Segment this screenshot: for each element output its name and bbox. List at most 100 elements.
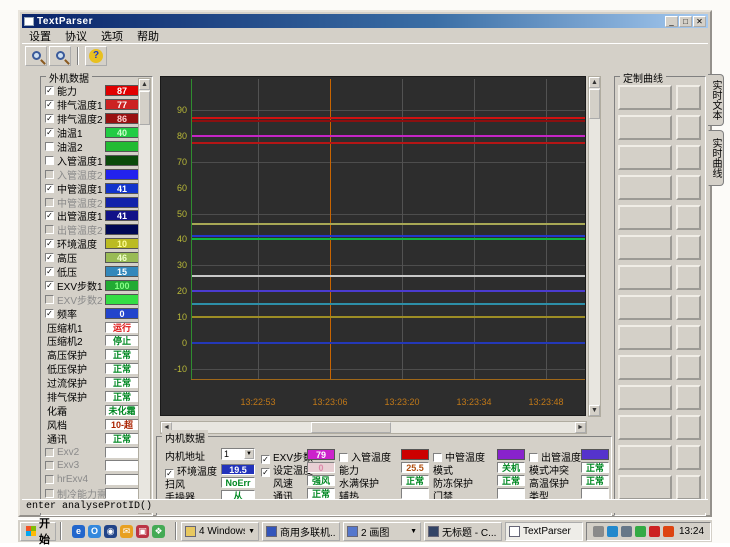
checkbox[interactable]: ✓ [45, 128, 54, 137]
tab-realtime-curve[interactable]: 实时曲线 [708, 130, 724, 186]
show-desktop-icon[interactable]: ❖ [152, 525, 165, 538]
scroll-up-icon[interactable]: ▲ [589, 77, 600, 88]
scroll-thumb[interactable] [311, 422, 391, 433]
help-button[interactable]: ? [85, 46, 107, 66]
scroll-right-icon[interactable]: ► [575, 422, 586, 433]
taskbar-button[interactable]: 商用多联机... [262, 522, 340, 541]
checkbox[interactable] [339, 453, 348, 462]
alert-icon[interactable] [649, 526, 660, 537]
checkbox[interactable] [45, 448, 54, 457]
taskbar-button[interactable]: 无标题 - C... [424, 522, 502, 541]
taskbar-button[interactable]: TextParser [505, 522, 583, 541]
curve-slot-button[interactable] [618, 175, 672, 200]
checkbox[interactable]: ✓ [45, 114, 54, 123]
curve-color-button[interactable] [676, 115, 701, 140]
checkbox[interactable]: ✓ [45, 239, 54, 248]
checkbox[interactable] [529, 453, 538, 462]
checkbox[interactable] [45, 225, 54, 234]
curve-slot-button[interactable] [618, 235, 672, 260]
curve-color-button[interactable] [676, 145, 701, 170]
curve-color-button[interactable] [676, 295, 701, 320]
curve-color-button[interactable] [676, 415, 701, 440]
messenger-icon[interactable] [607, 526, 618, 537]
curve-slot-button[interactable] [618, 475, 672, 500]
checkbox[interactable]: ✓ [45, 267, 54, 276]
checkbox[interactable] [45, 142, 54, 151]
realtime-curve-chart[interactable]: 13:22:5313:23:0613:23:2013:23:3413:23:48… [160, 76, 586, 416]
taskbar-button[interactable]: 4 Windows ...▼ [181, 522, 259, 541]
outdoor-scrollbar[interactable]: ▲ ▼ [138, 78, 151, 514]
outlook-icon[interactable]: O [88, 525, 101, 538]
curve-slot-button[interactable] [618, 355, 672, 380]
checkbox[interactable]: ✓ [45, 253, 54, 262]
checkbox[interactable] [433, 453, 442, 462]
curve-slot-button[interactable] [618, 325, 672, 350]
curve-slot-button[interactable] [618, 445, 672, 470]
tab-realtime-text[interactable]: 实时文本 [708, 74, 724, 126]
maximize-button[interactable]: □ [679, 16, 692, 27]
printer-icon[interactable] [593, 526, 604, 537]
curve-slot-button[interactable] [618, 85, 672, 110]
curve-color-button[interactable] [676, 325, 701, 350]
curve-color-button[interactable] [676, 235, 701, 260]
curve-color-button[interactable] [676, 475, 701, 500]
curve-color-button[interactable] [676, 205, 701, 230]
checkbox[interactable] [45, 170, 54, 179]
chevron-down-icon[interactable]: ▼ [410, 528, 417, 535]
menu-options[interactable]: 选项 [94, 28, 130, 44]
checkbox[interactable] [45, 295, 54, 304]
taskbar-button[interactable]: 2 画图▼ [343, 522, 421, 541]
flash-icon[interactable] [663, 526, 674, 537]
scroll-thumb[interactable] [139, 91, 150, 125]
scroll-down-icon[interactable]: ▼ [589, 405, 600, 416]
checkbox[interactable]: ✓ [45, 100, 54, 109]
chevron-down-icon[interactable]: ▼ [248, 528, 255, 535]
curve-slot-button[interactable] [618, 385, 672, 410]
curve-slot-button[interactable] [618, 295, 672, 320]
monitor-icon[interactable] [635, 526, 646, 537]
menu-help[interactable]: 帮助 [130, 28, 166, 44]
menu-protocol[interactable]: 协议 [58, 28, 94, 44]
zoom-out-button[interactable] [49, 46, 71, 66]
indoor-address-select[interactable]: 1 ▼ [221, 448, 255, 460]
curve-color-button[interactable] [676, 355, 701, 380]
checkbox[interactable] [45, 461, 54, 470]
scroll-thumb[interactable] [589, 89, 600, 119]
curve-color-button[interactable] [676, 385, 701, 410]
security-icon[interactable]: ▣ [136, 525, 149, 538]
curve-color-button[interactable] [676, 445, 701, 470]
checkbox[interactable] [45, 489, 54, 498]
curve-slot-button[interactable] [618, 145, 672, 170]
curve-color-button[interactable] [676, 265, 701, 290]
start-button[interactable]: 开始 [20, 522, 56, 541]
checkbox[interactable]: ✓ [45, 281, 54, 290]
time-cursor-line[interactable] [330, 79, 331, 379]
curve-slot-button[interactable] [618, 205, 672, 230]
close-button[interactable]: ✕ [693, 16, 706, 27]
checkbox[interactable] [45, 156, 54, 165]
chart-vertical-scrollbar[interactable]: ▲ ▼ [588, 76, 601, 417]
checkbox[interactable] [45, 198, 54, 207]
curve-slot-button[interactable] [618, 265, 672, 290]
curve-color-button[interactable] [676, 85, 701, 110]
taskbar: 开始 eO◉✉▣❖ 4 Windows ...▼商用多联机...2 画图▼无标题… [18, 519, 712, 542]
menu-settings[interactable]: 设置 [22, 28, 58, 44]
curve-slot-button[interactable] [618, 115, 672, 140]
checkbox[interactable]: ✓ [45, 184, 54, 193]
checkbox[interactable]: ✓ [45, 309, 54, 318]
chevron-down-icon[interactable]: ▼ [244, 449, 254, 459]
zoom-in-button[interactable] [25, 46, 47, 66]
minimize-button[interactable]: _ [665, 16, 678, 27]
title-bar[interactable]: TextParser _ □ ✕ [22, 14, 708, 28]
checkbox[interactable]: ✓ [45, 211, 54, 220]
msn-icon[interactable]: ✉ [120, 525, 133, 538]
scroll-up-icon[interactable]: ▲ [139, 79, 150, 90]
volume-icon[interactable] [621, 526, 632, 537]
checkbox[interactable] [45, 475, 54, 484]
media-player-icon[interactable]: ◉ [104, 525, 117, 538]
curve-slot-button[interactable] [618, 415, 672, 440]
checkbox[interactable]: ✓ [45, 86, 54, 95]
curve-color-button[interactable] [676, 175, 701, 200]
ie-icon[interactable]: e [72, 525, 85, 538]
chart-horizontal-scrollbar[interactable]: ◄ ► [160, 421, 587, 434]
